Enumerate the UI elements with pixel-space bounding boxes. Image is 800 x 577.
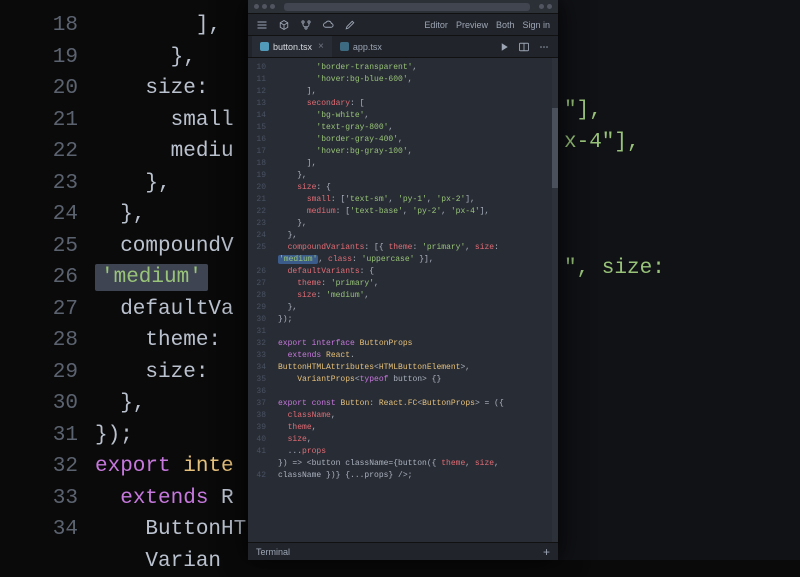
close-icon[interactable]: × (318, 41, 324, 52)
tab-label: button.tsx (273, 42, 312, 52)
tab-app-tsx[interactable]: app.tsx (332, 36, 390, 57)
tab-label: app.tsx (353, 42, 382, 52)
background-right-strip: "], x-4"], ", size: (558, 0, 800, 560)
more-icon[interactable] (538, 41, 550, 53)
tsx-file-icon (260, 42, 269, 51)
signin-button[interactable]: Sign in (522, 20, 550, 30)
run-icon[interactable] (498, 41, 510, 53)
extension-icon[interactable] (539, 4, 544, 9)
url-bar[interactable] (284, 3, 530, 11)
background-gutter: 1819202122232425262728293031323334 (0, 10, 78, 546)
traffic-light-icon (270, 4, 275, 9)
plus-icon[interactable]: + (543, 545, 550, 559)
app-toolbar: Editor Preview Both Sign in (248, 14, 558, 36)
pencil-icon[interactable] (344, 19, 356, 31)
line-gutter: 1011121314151617181920212223242526272829… (248, 62, 270, 482)
file-tabs: button.tsx × app.tsx (248, 36, 558, 58)
browser-chrome (248, 0, 558, 14)
menu-icon[interactable] (256, 19, 268, 31)
view-preview-button[interactable]: Preview (456, 20, 488, 30)
minimap[interactable] (552, 58, 558, 542)
traffic-light-icon (254, 4, 259, 9)
view-both-button[interactable]: Both (496, 20, 515, 30)
branch-icon[interactable] (300, 19, 312, 31)
terminal-panel[interactable]: Terminal + (248, 542, 558, 560)
code-editor[interactable]: 1011121314151617181920212223242526272829… (248, 58, 558, 542)
terminal-label: Terminal (256, 547, 290, 557)
extension-icon[interactable] (547, 4, 552, 9)
box-icon[interactable] (278, 19, 290, 31)
traffic-light-icon (262, 4, 267, 9)
editor-window: Editor Preview Both Sign in button.tsx ×… (248, 0, 558, 560)
view-editor-button[interactable]: Editor (424, 20, 448, 30)
split-icon[interactable] (518, 41, 530, 53)
minimap-thumb[interactable] (552, 108, 558, 188)
cloud-icon[interactable] (322, 19, 334, 31)
tab-button-tsx[interactable]: button.tsx × (252, 36, 332, 57)
tsx-file-icon (340, 42, 349, 51)
code-area[interactable]: 'border-transparent', 'hover:bg-blue-600… (278, 62, 552, 482)
